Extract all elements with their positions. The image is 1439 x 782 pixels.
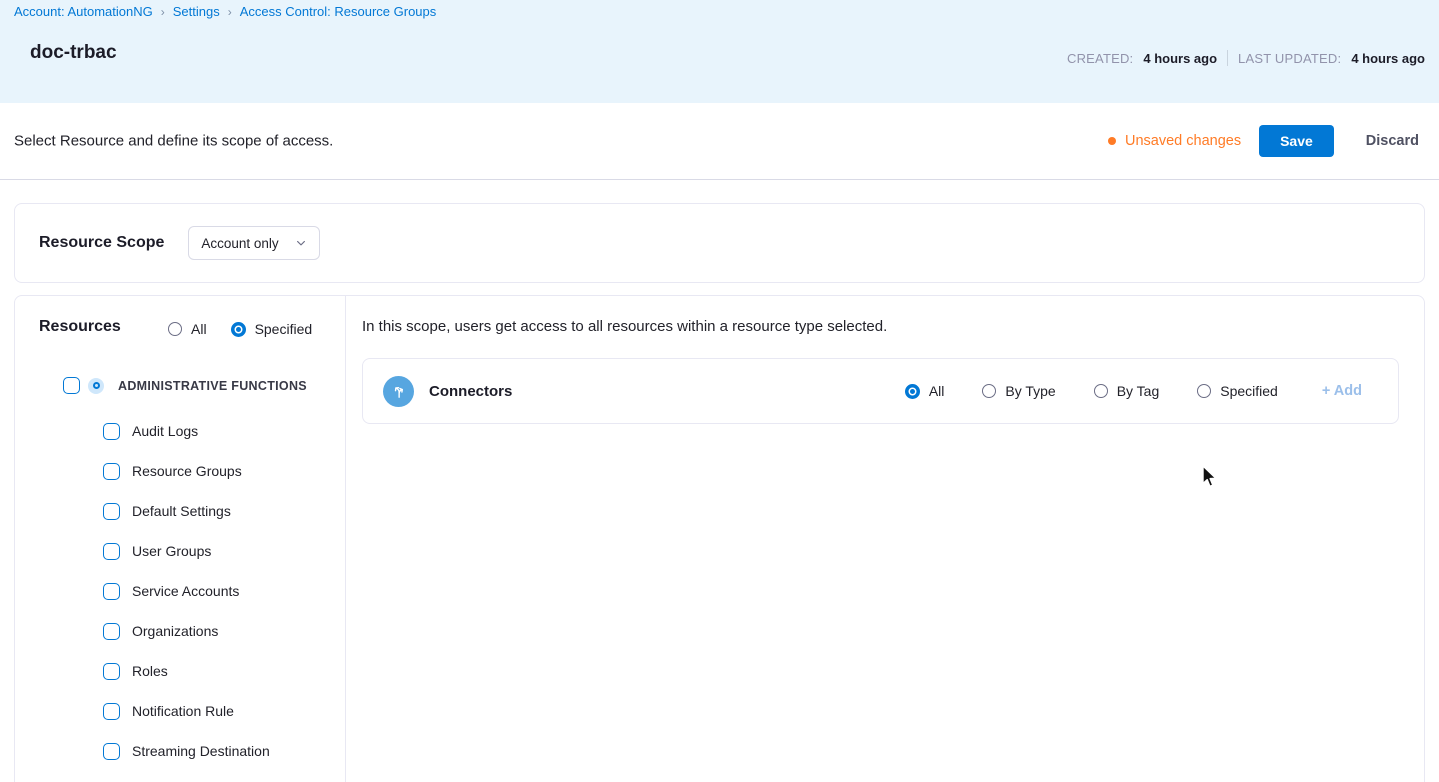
connectors-access-radio-group: All By Type By Tag Specified	[905, 383, 1278, 399]
connectors-radio-specified-icon[interactable]	[1197, 384, 1211, 398]
connectors-radio-all-icon[interactable]	[905, 384, 920, 399]
branch-arrows-icon	[390, 383, 407, 400]
list-item-resource-groups[interactable]: Resource Groups	[103, 451, 270, 491]
connectors-radio-by-type-label: By Type	[1005, 383, 1055, 399]
list-item-label: Streaming Destination	[132, 743, 270, 759]
list-item-notification-rule[interactable]: Notification Rule	[103, 691, 270, 731]
breadcrumb-resource-groups-link[interactable]: Access Control: Resource Groups	[240, 4, 437, 19]
list-item-label: Resource Groups	[132, 463, 242, 479]
resources-title: Resources	[39, 318, 121, 336]
connectors-radio-specified[interactable]: Specified	[1197, 383, 1278, 399]
resource-type-list: Audit Logs Resource Groups Default Setti…	[103, 411, 270, 771]
connectors-radio-all-label: All	[929, 383, 945, 399]
radio-all-label: All	[191, 321, 207, 337]
connectors-radio-by-type[interactable]: By Type	[982, 383, 1055, 399]
checkbox[interactable]	[103, 743, 120, 760]
list-item-label: Roles	[132, 663, 168, 679]
list-item-label: Default Settings	[132, 503, 231, 519]
toolbar-actions: Unsaved changes Save Discard	[1108, 125, 1419, 157]
page-title: doc-trbac	[30, 42, 117, 64]
checkbox[interactable]	[103, 703, 120, 720]
discard-button[interactable]: Discard	[1366, 133, 1419, 149]
radio-all[interactable]: All	[168, 321, 207, 337]
list-item-roles[interactable]: Roles	[103, 651, 270, 691]
list-item-audit-logs[interactable]: Audit Logs	[103, 411, 270, 451]
connectors-radio-specified-label: Specified	[1220, 383, 1278, 399]
connectors-radio-by-tag-icon[interactable]	[1094, 384, 1108, 398]
unsaved-changes-status: Unsaved changes	[1108, 133, 1241, 149]
list-item-default-settings[interactable]: Default Settings	[103, 491, 270, 531]
radio-specified-icon[interactable]	[231, 322, 246, 337]
unsaved-dot-icon	[1108, 137, 1116, 145]
radio-specified-label: Specified	[255, 321, 313, 337]
checkbox[interactable]	[103, 503, 120, 520]
list-item-label: Service Accounts	[132, 583, 239, 599]
connectors-radio-by-tag-label: By Tag	[1117, 383, 1160, 399]
resources-card: Resources All Specified ADMINISTRATIVE F…	[14, 295, 1425, 782]
checkbox[interactable]	[103, 423, 120, 440]
resources-sidebar: Resources All Specified ADMINISTRATIVE F…	[15, 296, 346, 782]
connectors-radio-by-type-icon[interactable]	[982, 384, 996, 398]
list-item-streaming-destination[interactable]: Streaming Destination	[103, 731, 270, 771]
header-meta: CREATED: 4 hours ago LAST UPDATED: 4 hou…	[1067, 50, 1425, 66]
meta-divider	[1227, 50, 1228, 66]
list-item-user-groups[interactable]: User Groups	[103, 531, 270, 571]
breadcrumb-settings-link[interactable]: Settings	[173, 4, 220, 19]
group-partial-state-icon	[88, 378, 104, 394]
list-item-label: User Groups	[132, 543, 211, 559]
resource-scope-card: Resource Scope Account only	[14, 203, 1425, 283]
checkbox[interactable]	[103, 623, 120, 640]
radio-specified[interactable]: Specified	[231, 321, 313, 337]
last-updated-label: LAST UPDATED:	[1238, 51, 1341, 66]
breadcrumb-separator-icon: ›	[161, 5, 165, 19]
connectors-icon	[383, 376, 414, 407]
group-checkbox[interactable]	[63, 377, 80, 394]
add-button[interactable]: + Add	[1322, 383, 1362, 399]
resources-scope-radio-group: All Specified	[168, 321, 312, 337]
list-item-label: Notification Rule	[132, 703, 234, 719]
last-updated-value: 4 hours ago	[1351, 51, 1425, 66]
checkbox[interactable]	[103, 463, 120, 480]
connectors-row: Connectors All By Type By Tag Specified …	[362, 358, 1399, 424]
list-item-label: Organizations	[132, 623, 218, 639]
list-item-organizations[interactable]: Organizations	[103, 611, 270, 651]
created-label: CREATED:	[1067, 51, 1133, 66]
created-value: 4 hours ago	[1143, 51, 1217, 66]
connectors-radio-all[interactable]: All	[905, 383, 945, 399]
checkbox[interactable]	[103, 583, 120, 600]
page-header: Account: AutomationNG › Settings › Acces…	[0, 0, 1439, 103]
connectors-label: Connectors	[429, 383, 512, 400]
chevron-down-icon	[295, 237, 307, 249]
radio-all-icon[interactable]	[168, 322, 182, 336]
resource-scope-dropdown[interactable]: Account only	[188, 226, 319, 260]
checkbox[interactable]	[103, 663, 120, 680]
action-toolbar: Select Resource and define its scope of …	[0, 103, 1439, 180]
scope-info-text: In this scope, users get access to all r…	[362, 318, 887, 335]
list-item-service-accounts[interactable]: Service Accounts	[103, 571, 270, 611]
connectors-radio-by-tag[interactable]: By Tag	[1094, 383, 1160, 399]
toolbar-description: Select Resource and define its scope of …	[14, 133, 333, 150]
resource-scope-label: Resource Scope	[39, 234, 164, 252]
resource-scope-selected-value: Account only	[201, 236, 278, 251]
unsaved-changes-label: Unsaved changes	[1125, 133, 1241, 149]
breadcrumb-account-link[interactable]: Account: AutomationNG	[14, 4, 153, 19]
resource-group-administrative-functions[interactable]: ADMINISTRATIVE FUNCTIONS	[63, 377, 307, 394]
breadcrumb: Account: AutomationNG › Settings › Acces…	[14, 4, 436, 19]
breadcrumb-separator-icon: ›	[228, 5, 232, 19]
list-item-label: Audit Logs	[132, 423, 198, 439]
save-button[interactable]: Save	[1259, 125, 1334, 157]
group-label: ADMINISTRATIVE FUNCTIONS	[118, 379, 307, 393]
checkbox[interactable]	[103, 543, 120, 560]
